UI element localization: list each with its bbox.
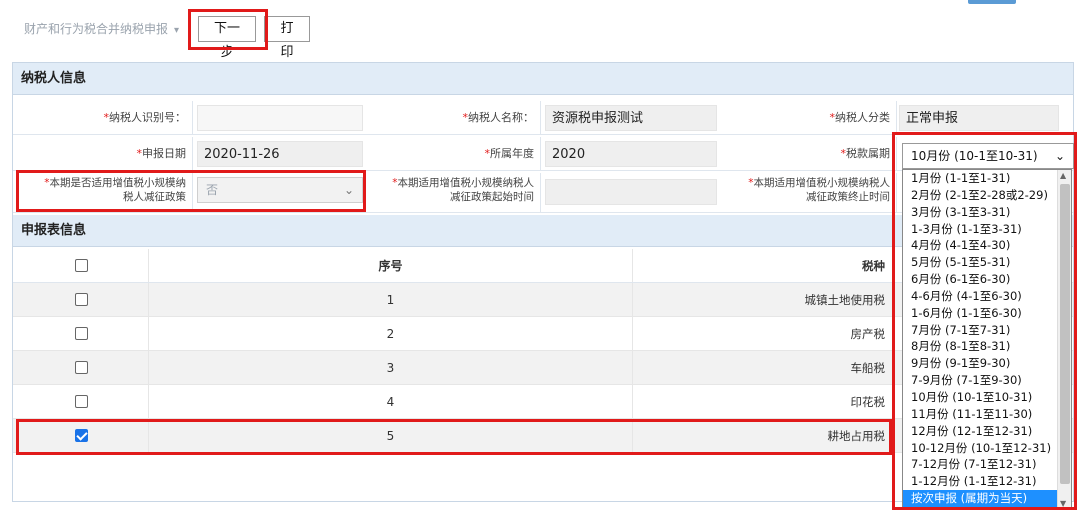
period-option[interactable]: 1-3月份 (1-1至3-31) (903, 221, 1071, 238)
scroll-thumb[interactable] (1060, 184, 1070, 484)
row-checkbox-cell (13, 317, 149, 350)
period-option[interactable]: 10月份 (10-1至10-31) (903, 389, 1071, 406)
header-checkbox-cell (13, 249, 149, 282)
row-checkbox[interactable] (75, 429, 88, 442)
select-all-checkbox[interactable] (75, 259, 88, 272)
period-option[interactable]: 1-12月份 (1-1至12-31) (903, 473, 1071, 490)
policy-start-field[interactable] (545, 179, 717, 205)
row-checkbox-cell (13, 351, 149, 384)
policy-end-label: *本期适用增值税小规模纳税人 减征政策终止时间 (721, 173, 897, 212)
period-option[interactable]: 4月份 (4-1至4-30) (903, 237, 1071, 254)
taxpayer-name-field: 资源税申报测试 (545, 105, 717, 131)
tax-year-label: *所属年度 (369, 137, 541, 170)
row-checkbox[interactable] (75, 327, 88, 340)
row-no: 5 (149, 419, 633, 452)
row-checkbox-cell (13, 385, 149, 418)
row-checkbox[interactable] (75, 395, 88, 408)
period-option[interactable]: 6月份 (6-1至6-30) (903, 271, 1071, 288)
period-option[interactable]: 12月份 (12-1至12-31) (903, 423, 1071, 440)
report-date-field: 2020-11-26 (197, 141, 363, 167)
print-button[interactable]: 打印 (264, 16, 310, 60)
row-no: 2 (149, 317, 633, 350)
col-header-no: 序号 (149, 249, 633, 282)
row-no: 1 (149, 283, 633, 316)
row-checkbox-cell (13, 283, 149, 316)
period-option[interactable]: 1-6月份 (1-1至6-30) (903, 305, 1071, 322)
next-step-button[interactable]: 下一步 (198, 16, 256, 60)
scroll-down-icon[interactable]: ▼ (1060, 499, 1066, 508)
period-option[interactable]: 5月份 (5-1至5-31) (903, 254, 1071, 271)
period-option[interactable]: 3月份 (3-1至3-31) (903, 204, 1071, 221)
form-type-label: 财产和行为税合并纳税申报 (24, 22, 169, 36)
taxpayer-category-field: 正常申报 (899, 105, 1059, 131)
taxpayer-id-label: *纳税人识别号： (13, 101, 193, 134)
tax-period-label: *税款属期 (721, 137, 897, 170)
toolbar: 财产和行为税合并纳税申报 ▾ 下一步 打印 (0, 0, 1080, 60)
taxpayer-section-title: 纳税人信息 (13, 63, 1073, 95)
chevron-down-icon: ▾ (174, 25, 180, 36)
period-option[interactable]: 8月份 (8-1至8-31) (903, 338, 1071, 355)
taxpayer-name-label: *纳税人名称： (369, 101, 541, 134)
tax-year-field: 2020 (545, 141, 717, 167)
period-option[interactable]: 9月份 (9-1至9-30) (903, 355, 1071, 372)
row-checkbox-cell (13, 419, 149, 452)
period-option[interactable]: 10-12月份 (10-1至12-31) (903, 440, 1071, 457)
period-option[interactable]: 按次申报 (属期为当天) (903, 490, 1071, 507)
report-date-label: *申报日期 (13, 137, 193, 170)
period-option[interactable]: 7-12月份 (7-1至12-31) (903, 456, 1071, 473)
period-option[interactable]: 2月份 (2-1至2-28或2-29) (903, 187, 1071, 204)
tax-period-options: 1月份 (1-1至1-31) 2月份 (2-1至2-28或2-29) 3月份 (3-… (902, 169, 1072, 510)
policy-start-label: *本期适用增值税小规模纳税人 减征政策起始时间 (369, 173, 541, 212)
row-no: 4 (149, 385, 633, 418)
period-option[interactable]: 7月份 (7-1至7-31) (903, 322, 1071, 339)
top-right-button[interactable] (968, 0, 1016, 4)
period-option[interactable]: 11月份 (11-1至11-30) (903, 406, 1071, 423)
taxpayer-id-field[interactable] (197, 105, 363, 131)
page: 财产和行为税合并纳税申报 ▾ 下一步 打印 纳税人信息 *纳税人识别号： *纳税人… (0, 0, 1080, 510)
tax-period-select[interactable]: 10月份 (10-1至10-31) ⌄ (902, 143, 1074, 169)
row-checkbox[interactable] (75, 361, 88, 374)
tax-period-value: 10月份 (10-1至10-31) (911, 149, 1038, 163)
form-row-1: *纳税人识别号： *纳税人名称： 资源税申报测试 *纳税人分类 正常申报 (13, 101, 1073, 135)
taxpayer-category-label: *纳税人分类 (721, 101, 897, 134)
period-option[interactable]: 1月份 (1-1至1-31) (903, 170, 1071, 187)
form-type-dropdown[interactable]: 财产和行为税合并纳税申报 ▾ (24, 18, 179, 40)
row-no: 3 (149, 351, 633, 384)
period-option[interactable]: 4-6月份 (4-1至6-30) (903, 288, 1071, 305)
small-scale-policy-value: 否 (206, 183, 219, 197)
chevron-down-icon: ⌄ (1054, 149, 1065, 163)
small-scale-policy-label: *本期是否适用增值税小规模纳 税人减征政策 (13, 173, 193, 212)
options-scrollbar[interactable]: ▲ ▼ (1057, 170, 1071, 509)
small-scale-policy-select[interactable]: 否 ⌄ (197, 177, 363, 203)
period-option[interactable]: 7-9月份 (7-1至9-30) (903, 372, 1071, 389)
chevron-down-icon: ⌄ (343, 183, 354, 197)
scroll-up-icon[interactable]: ▲ (1060, 171, 1066, 180)
row-checkbox[interactable] (75, 293, 88, 306)
